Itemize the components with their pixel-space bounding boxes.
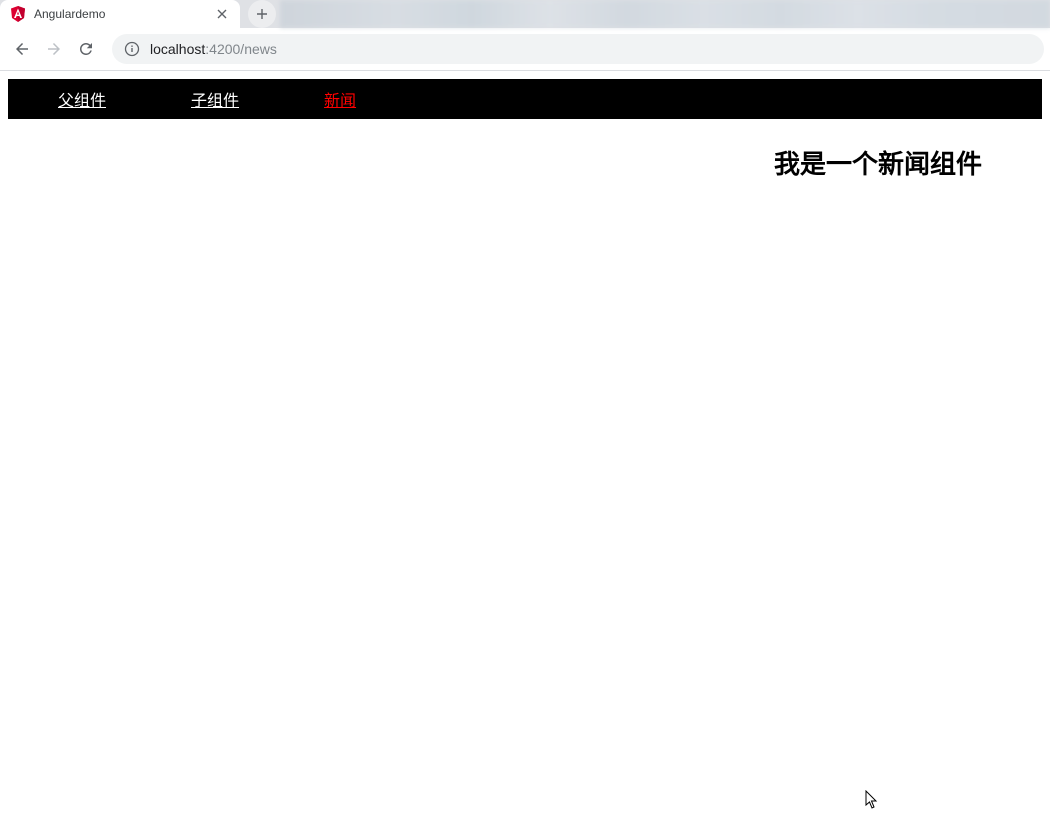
url-port-path: :4200/news (205, 41, 277, 57)
forward-button[interactable] (38, 33, 70, 65)
page-heading: 我是一个新闻组件 (8, 144, 1042, 181)
url-text: localhost:4200/news (150, 41, 277, 57)
nav-link-news[interactable]: 新闻 (324, 87, 356, 111)
address-bar[interactable]: localhost:4200/news (112, 34, 1044, 64)
back-button[interactable] (6, 33, 38, 65)
browser-toolbar: localhost:4200/news (0, 28, 1050, 71)
browser-tab[interactable]: Angulardemo (0, 0, 240, 28)
app-nav-bar: 父组件 子组件 新闻 (8, 79, 1042, 119)
page-content: 父组件 子组件 新闻 我是一个新闻组件 (0, 71, 1050, 189)
url-host: localhost (150, 41, 205, 57)
angular-favicon-icon (10, 6, 26, 22)
window-behind-blur (280, 0, 1050, 28)
info-icon[interactable] (124, 41, 140, 57)
tab-title: Angulardemo (34, 7, 214, 21)
nav-link-child[interactable]: 子组件 (191, 87, 239, 111)
tab-strip: Angulardemo (0, 0, 1050, 28)
mouse-cursor-icon (865, 790, 879, 815)
new-tab-button[interactable] (248, 0, 276, 28)
browser-chrome: Angulardemo localhost:4200/news (0, 0, 1050, 71)
close-tab-icon[interactable] (214, 6, 230, 22)
reload-button[interactable] (70, 33, 102, 65)
nav-link-parent[interactable]: 父组件 (58, 87, 106, 111)
